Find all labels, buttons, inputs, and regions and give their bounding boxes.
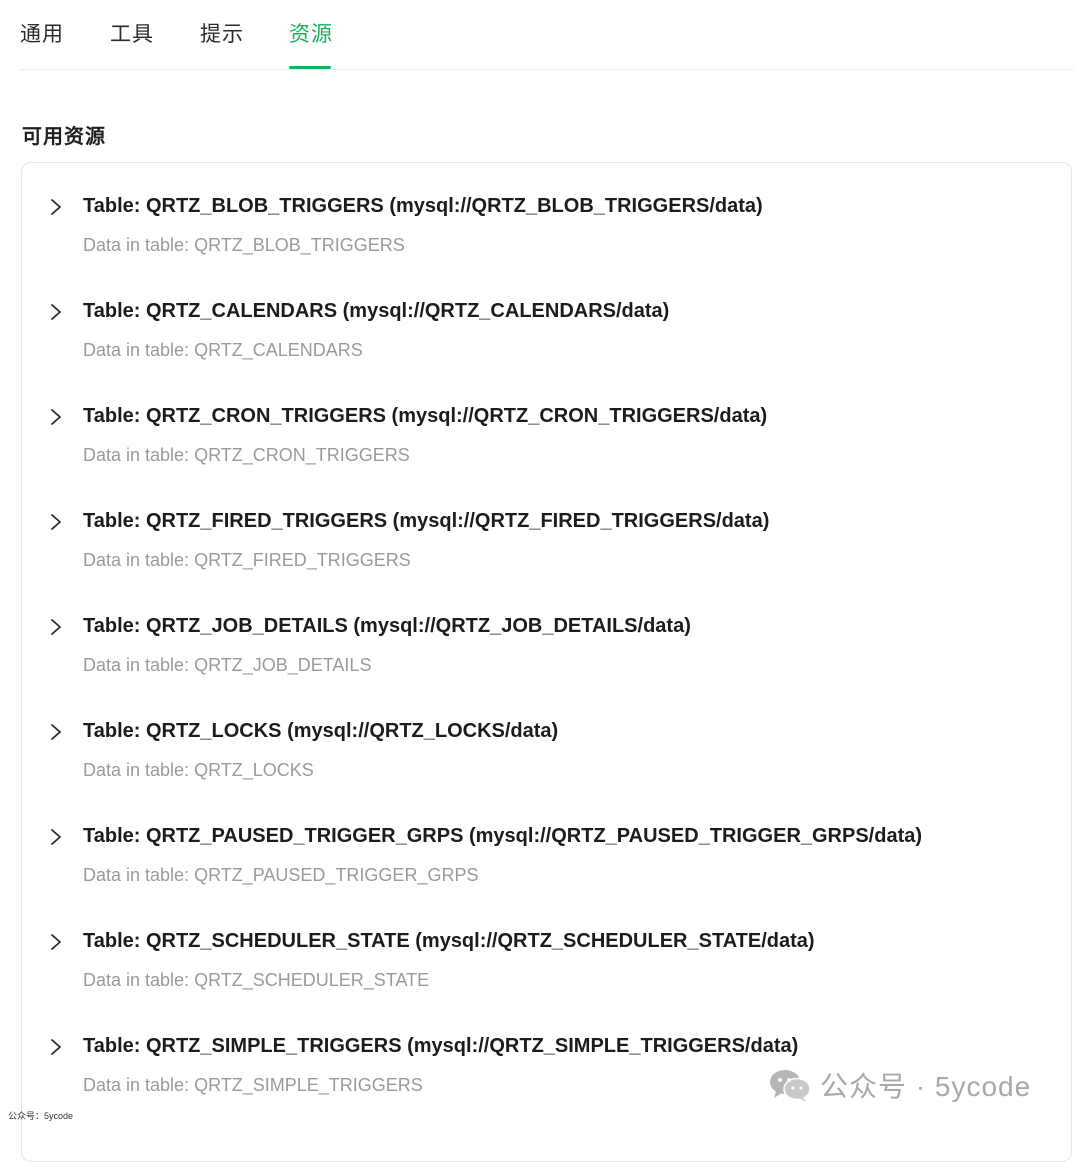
resource-title: Table: QRTZ_SCHEDULER_STATE (mysql://QRT… xyxy=(83,930,815,952)
resource-title: Table: QRTZ_JOB_DETAILS (mysql://QRTZ_JO… xyxy=(83,615,691,637)
watermark: 公众号 · 5ycode xyxy=(768,1064,1031,1106)
resource-description: Data in table: QRTZ_LOCKS xyxy=(83,760,314,780)
chevron-right-icon[interactable] xyxy=(48,618,64,636)
resource-title: Table: QRTZ_FIRED_TRIGGERS (mysql://QRTZ… xyxy=(83,510,770,532)
wechat-icon xyxy=(770,1070,811,1102)
watermark-text: 公众号 · 5ycode xyxy=(820,1071,1032,1102)
resource-description: Data in table: QRTZ_BLOB_TRIGGERS xyxy=(83,235,405,255)
resource-list: Table: QRTZ_BLOB_TRIGGERS (mysql://QRTZ_… xyxy=(21,162,1072,1162)
footer-mark: 公众号：5ycode xyxy=(8,1111,74,1121)
tab-bar: 通用 工具 提示 资源 xyxy=(20,0,1074,70)
chevron-right-icon[interactable] xyxy=(48,933,64,951)
resource-title: Table: QRTZ_PAUSED_TRIGGER_GRPS (mysql:/… xyxy=(83,825,923,847)
resource-title: Table: QRTZ_BLOB_TRIGGERS (mysql://QRTZ_… xyxy=(83,195,763,217)
tab-general[interactable]: 通用 xyxy=(20,18,64,48)
resource-title: Table: QRTZ_CALENDARS (mysql://QRTZ_CALE… xyxy=(83,300,670,322)
chevron-right-icon[interactable] xyxy=(48,1038,64,1056)
tab-prompts[interactable]: 提示 xyxy=(200,18,244,48)
resource-item[interactable]: Table: QRTZ_SCHEDULER_STATE (mysql://QRT… xyxy=(22,908,1071,1013)
active-tab-indicator xyxy=(289,66,331,69)
resource-item[interactable]: Table: QRTZ_LOCKS (mysql://QRTZ_LOCKS/da… xyxy=(22,698,1071,803)
resource-description: Data in table: QRTZ_CRON_TRIGGERS xyxy=(83,445,410,465)
section-title: 可用资源 xyxy=(22,126,106,148)
tab-tools[interactable]: 工具 xyxy=(110,18,154,48)
resource-description: Data in table: QRTZ_SIMPLE_TRIGGERS xyxy=(83,1075,423,1095)
resource-item[interactable]: Table: QRTZ_FIRED_TRIGGERS (mysql://QRTZ… xyxy=(22,488,1071,593)
tab-resources[interactable]: 资源 xyxy=(289,18,333,48)
chevron-right-icon[interactable] xyxy=(48,303,64,321)
resource-description: Data in table: QRTZ_SCHEDULER_STATE xyxy=(83,970,430,990)
resource-title: Table: QRTZ_CRON_TRIGGERS (mysql://QRTZ_… xyxy=(83,405,768,427)
chevron-right-icon[interactable] xyxy=(48,198,64,216)
chevron-right-icon[interactable] xyxy=(48,723,64,741)
resource-item[interactable]: Table: QRTZ_CRON_TRIGGERS (mysql://QRTZ_… xyxy=(22,383,1071,488)
chevron-right-icon[interactable] xyxy=(48,513,64,531)
resource-item[interactable]: Table: QRTZ_JOB_DETAILS (mysql://QRTZ_JO… xyxy=(22,593,1071,698)
resource-description: Data in table: QRTZ_CALENDARS xyxy=(83,340,363,360)
resource-description: Data in table: QRTZ_PAUSED_TRIGGER_GRPS xyxy=(83,865,479,885)
resource-item[interactable]: Table: QRTZ_PAUSED_TRIGGER_GRPS (mysql:/… xyxy=(22,803,1071,908)
resource-item[interactable]: Table: QRTZ_CALENDARS (mysql://QRTZ_CALE… xyxy=(22,278,1071,383)
resource-description: Data in table: QRTZ_FIRED_TRIGGERS xyxy=(83,550,411,570)
resource-title: Table: QRTZ_SIMPLE_TRIGGERS (mysql://QRT… xyxy=(83,1035,799,1057)
resource-item[interactable]: Table: QRTZ_BLOB_TRIGGERS (mysql://QRTZ_… xyxy=(22,173,1071,278)
chevron-right-icon[interactable] xyxy=(48,828,64,846)
resource-description: Data in table: QRTZ_JOB_DETAILS xyxy=(83,655,372,675)
chevron-right-icon[interactable] xyxy=(48,408,64,426)
resource-title: Table: QRTZ_LOCKS (mysql://QRTZ_LOCKS/da… xyxy=(83,720,559,742)
